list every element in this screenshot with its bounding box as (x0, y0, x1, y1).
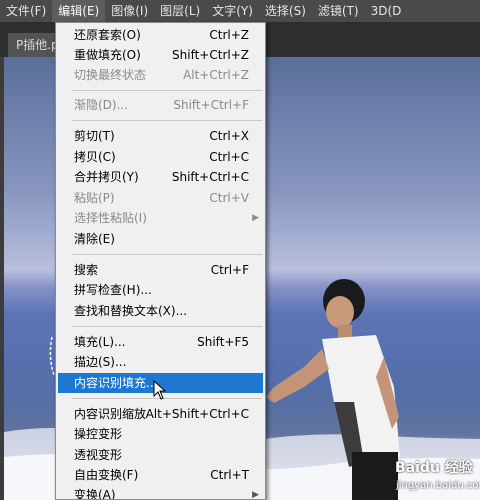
menu-item-find-replace[interactable]: 查找和替换文本(X)... (58, 301, 263, 321)
menu-item-shortcut: Ctrl+F (210, 263, 249, 277)
menu-item-label: 清除(E) (74, 232, 115, 246)
edit-menu-dropdown: 还原套索(O) Ctrl+Z 重做填充(O) Shift+Ctrl+Z 切换最终… (55, 22, 266, 500)
menu-item-redo-fill[interactable]: 重做填充(O) Shift+Ctrl+Z (58, 45, 263, 65)
menu-item-shortcut: Ctrl+X (209, 129, 249, 143)
menu-item-label: 选择性粘贴(I) (74, 211, 147, 225)
menu-item-shortcut: Ctrl+C (209, 150, 249, 164)
menu-item-undo-lasso[interactable]: 还原套索(O) Ctrl+Z (58, 25, 263, 45)
menu-item-shortcut: Alt+Ctrl+Z (183, 68, 249, 82)
menu-item-fill[interactable]: 填充(L)... Shift+F5 (58, 332, 263, 352)
menu-item-shortcut: Shift+Ctrl+F (173, 98, 249, 112)
menu-item-shortcut: Ctrl+V (209, 191, 249, 205)
menu-item-stroke[interactable]: 描边(S)... (58, 352, 263, 372)
menu-item-copy[interactable]: 拷贝(C) Ctrl+C (58, 147, 263, 167)
menu-item-shortcut: Shift+F5 (197, 335, 249, 349)
menu-item-paste: 粘贴(P) Ctrl+V (58, 188, 263, 208)
menu-item-label: 透视变形 (74, 448, 123, 462)
menu-separator (72, 398, 262, 399)
watermark-url: jingyan.baidu.com (396, 480, 480, 491)
menu-edit[interactable]: 编辑(E) (52, 0, 106, 22)
menu-item-label: 自由变换(F) (74, 468, 139, 482)
menu-separator (72, 90, 262, 91)
menu-file[interactable]: 文件(F) (0, 0, 52, 22)
menu-item-shortcut: Ctrl+T (210, 468, 249, 482)
menu-item-content-aware-scale[interactable]: 内容识别缩放 Alt+Shift+Ctrl+C (58, 404, 263, 424)
menu-item-label: 重做填充(O) (74, 48, 141, 62)
menu-3d[interactable]: 3D(D (365, 0, 408, 22)
menu-item-label: 查找和替换文本(X)... (74, 304, 188, 318)
menu-item-clear[interactable]: 清除(E) (58, 229, 263, 249)
menu-item-shortcut: Shift+Ctrl+Z (172, 48, 249, 62)
menu-item-puppet-warp[interactable]: 操控变形 (58, 424, 263, 444)
menu-separator (72, 254, 262, 255)
menu-item-label: 拷贝(C) (74, 150, 116, 164)
mouse-cursor-icon (153, 380, 167, 400)
menu-item-search[interactable]: 搜索 Ctrl+F (58, 260, 263, 280)
menu-item-label: 描边(S)... (74, 355, 127, 369)
menu-type[interactable]: 文字(Y) (206, 0, 259, 22)
menu-item-perspective-warp[interactable]: 透视变形 (58, 445, 263, 465)
menu-item-paste-special: 选择性粘贴(I) ▶ (58, 208, 263, 228)
menu-item-label: 切换最终状态 (74, 68, 147, 82)
menu-item-label: 剪切(T) (74, 129, 115, 143)
menu-item-shortcut: Ctrl+Z (209, 28, 249, 42)
menu-item-label: 还原套索(O) (74, 28, 141, 42)
menu-item-label: 拼写检查(H)... (74, 283, 152, 297)
menu-item-label: 搜索 (74, 263, 99, 277)
menu-item-shortcut: Alt+Shift+Ctrl+C (145, 407, 249, 421)
menu-item-shortcut: Shift+Ctrl+C (171, 170, 249, 184)
menu-item-label: 内容识别缩放 (74, 407, 147, 421)
menu-item-label: 渐隐(D)... (74, 98, 129, 112)
submenu-arrow-icon: ▶ (252, 213, 259, 223)
menu-item-spell-check[interactable]: 拼写检查(H)... (58, 280, 263, 300)
menu-item-copy-merged[interactable]: 合并拷贝(Y) Shift+Ctrl+C (58, 167, 263, 187)
menu-item-fade: 渐隐(D)... Shift+Ctrl+F (58, 95, 263, 115)
menu-separator (72, 120, 262, 121)
menu-item-transform[interactable]: 变换(A) ▶ (58, 485, 263, 500)
menu-item-label: 填充(L)... (74, 335, 126, 349)
menu-item-label: 内容识别填充... (74, 376, 158, 390)
menu-item-label: 操控变形 (74, 427, 123, 441)
menu-item-cut[interactable]: 剪切(T) Ctrl+X (58, 126, 263, 146)
menu-filter[interactable]: 滤镜(T) (312, 0, 365, 22)
menu-image[interactable]: 图像(I) (105, 0, 154, 22)
menu-item-free-transform[interactable]: 自由变换(F) Ctrl+T (58, 465, 263, 485)
watermark-brand: Baidu 经验 (395, 460, 473, 476)
menu-bar: 文件(F) 编辑(E) 图像(I) 图层(L) 文字(Y) 选择(S) 滤镜(T… (0, 0, 480, 23)
menu-item-label: 合并拷贝(Y) (74, 170, 139, 184)
menu-item-label: 粘贴(P) (74, 191, 115, 205)
menu-item-label: 变换(A) (74, 488, 116, 500)
menu-select[interactable]: 选择(S) (259, 0, 312, 22)
menu-separator (72, 326, 262, 327)
submenu-arrow-icon: ▶ (252, 490, 259, 500)
menu-item-toggle-last-state: 切换最终状态 Alt+Ctrl+Z (58, 65, 263, 85)
menu-layer[interactable]: 图层(L) (154, 0, 206, 22)
